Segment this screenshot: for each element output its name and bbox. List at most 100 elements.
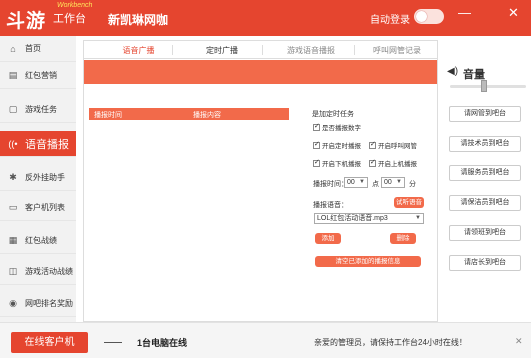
title-bar: 斗游 Workbench 工作台 新凯琳网咖 自动登录 — ✕ — [0, 0, 531, 36]
sidebar-item-activity-record[interactable]: ◫ 游戏活动战绩 — [0, 259, 76, 285]
login-broadcast-checkbox[interactable]: 开启上机播报 — [369, 158, 417, 168]
hour-select[interactable]: 00 ▼ — [344, 177, 368, 188]
form-title: 是加定时任务 — [312, 111, 354, 118]
sidebar-item-label: 客户机列表 — [25, 203, 65, 212]
sidebar-item-label: 红包营销 — [25, 71, 57, 80]
sidebar-item-label: 首页 — [25, 44, 41, 53]
sidebar-item-game-task[interactable]: ▢ 游戏任务 — [0, 97, 76, 123]
divider-line — [104, 342, 122, 343]
sidebar-item-label: 反外挂助手 — [25, 173, 65, 182]
sidebar-item-anti-cheat[interactable]: ✱ 反外挂助手 — [0, 165, 76, 191]
record-icon: ▦ — [8, 235, 18, 245]
sidebar-item-label: 语音播报 — [25, 138, 69, 151]
close-icon[interactable]: ✕ — [515, 336, 523, 347]
checkbox-label: 开启定时播报 — [322, 143, 361, 150]
checkbox-box — [369, 158, 376, 167]
tab-voice-broadcast[interactable]: 语音广播 — [116, 45, 161, 56]
app-logo: 斗游 — [6, 10, 47, 32]
task-icon: ▢ — [8, 104, 18, 114]
call-admin-checkbox[interactable]: 开启呼叫网管 — [369, 140, 417, 150]
header-band — [84, 60, 437, 84]
online-clients-button[interactable]: 在线客户机 — [11, 332, 88, 353]
checkbox-label: 开启呼叫网管 — [378, 143, 417, 150]
sidebar-item-label: 网吧排名奖励 — [25, 299, 73, 308]
sidebar-item-red-record[interactable]: ▦ 红包战绩 — [0, 228, 76, 254]
hour-value: 00 — [347, 179, 355, 186]
shop-name: 新凯琳网咖 — [108, 13, 169, 27]
chevron-down-icon: ▼ — [415, 215, 421, 221]
logo-subtitle: 工作台 — [53, 12, 86, 25]
sidebar-item-label: 游戏任务 — [25, 105, 57, 114]
volume-slider[interactable] — [450, 85, 526, 88]
checkbox-label: 是否播报数字 — [322, 125, 361, 132]
checkbox-box — [313, 122, 320, 131]
call-technician-button[interactable]: 请技术员到吧台 — [449, 136, 521, 152]
voice-file-value: LOL红包活动语音.mp3 — [317, 215, 388, 222]
call-admin-button[interactable]: 请网管到吧台 — [449, 106, 521, 122]
voice-file-select[interactable]: LOL红包活动语音.mp3 ▼ — [314, 213, 424, 224]
trophy-icon: ◉ — [9, 298, 17, 308]
gamepad-icon: ✱ — [9, 172, 17, 182]
hour-unit: 点 — [372, 181, 379, 188]
call-manager-button[interactable]: 请店长到吧台 — [449, 255, 521, 271]
logout-broadcast-checkbox[interactable]: 开启下机播报 — [313, 158, 361, 168]
delete-button[interactable]: 删除 — [390, 233, 416, 244]
clear-button[interactable]: 清空已添加的播报信息 — [315, 256, 421, 267]
online-count: 1台电脑在线 — [137, 338, 188, 348]
autologin-label: 自动登录 — [370, 15, 410, 26]
call-supervisor-button[interactable]: 请领班到吧台 — [449, 225, 521, 241]
checkbox-box — [313, 140, 320, 149]
call-cleaner-button[interactable]: 请保洁员到吧台 — [449, 195, 521, 211]
sidebar-item-home[interactable]: ⌂ 首页 — [0, 36, 76, 62]
speaker-icon: ◀) — [447, 66, 459, 77]
tab-scheduled-broadcast[interactable]: 定时广播 — [202, 45, 242, 56]
home-icon: ⌂ — [10, 43, 16, 54]
main-panel: 语音广播 定时广播 游戏语音播报 呼叫网管记录 播报时间 播报内容 是加定时任务… — [83, 40, 438, 322]
sidebar-item-ranking[interactable]: ◉ 网吧排名奖励 — [0, 291, 76, 317]
tab-divider — [354, 45, 355, 55]
checkbox-label: 开启下机播报 — [322, 161, 361, 168]
sidebar-item-label: 红包战绩 — [25, 236, 57, 245]
minute-unit: 分 — [409, 181, 416, 188]
chevron-down-icon: ▼ — [396, 179, 402, 185]
sidebar-item-client-list[interactable]: ▭ 客户机列表 — [0, 195, 76, 221]
column-header-content: 播报内容 — [193, 112, 221, 119]
sidebar-item-voice-broadcast[interactable]: ((• 语音播报 — [0, 131, 76, 157]
minimize-button[interactable]: — — [458, 5, 471, 20]
sidebar-item-label: 游戏活动战绩 — [25, 267, 73, 276]
toggle-knob — [416, 11, 427, 22]
activity-icon: ◫ — [8, 266, 18, 276]
time-label: 播报时间： — [313, 181, 348, 188]
tab-divider — [172, 45, 173, 55]
close-button[interactable]: ✕ — [508, 5, 519, 21]
only-number-checkbox[interactable]: 是否播报数字 — [313, 122, 361, 132]
red-envelope-icon: ▤ — [8, 70, 18, 80]
checkbox-box — [313, 158, 320, 167]
column-header-time: 播报时间 — [94, 112, 122, 119]
add-button[interactable]: 添加 — [315, 233, 341, 244]
broadcast-icon: ((• — [8, 138, 18, 149]
tab-bar: 语音广播 定时广播 游戏语音播报 呼叫网管记录 — [84, 41, 437, 59]
voice-label: 播报语音： — [313, 202, 348, 209]
autologin-toggle[interactable] — [414, 9, 444, 24]
sidebar-item-red-envelope[interactable]: ▤ 红包营销 — [0, 63, 76, 89]
minute-value: 00 — [384, 179, 392, 186]
list-icon: ▭ — [8, 202, 18, 212]
scheduled-broadcast-checkbox[interactable]: 开启定时播报 — [313, 140, 361, 150]
schedule-table-header: 播报时间 播报内容 — [89, 108, 289, 120]
chevron-down-icon: ▼ — [359, 179, 365, 185]
welcome-message: 亲爱的管理员，请保持工作台24小时在线！ — [314, 338, 467, 347]
tab-call-log[interactable]: 呼叫网管记录 — [367, 45, 427, 56]
tab-game-voice[interactable]: 游戏语音播报 — [280, 45, 342, 56]
call-waiter-button[interactable]: 请服务员到吧台 — [449, 165, 521, 181]
logo-badge: Workbench — [57, 2, 93, 9]
tab-divider — [262, 45, 263, 55]
checkbox-label: 开启上机播报 — [378, 161, 417, 168]
try-voice-button[interactable]: 试听语音 — [394, 197, 424, 208]
volume-slider-handle[interactable] — [481, 80, 488, 92]
footer: 在线客户机 1台电脑在线 亲爱的管理员，请保持工作台24小时在线！ ✕ — [0, 322, 531, 358]
add-task-form: 是加定时任务 是否播报数字 开启定时播报 开启呼叫网管 开启下机播报 开启上机播… — [312, 109, 432, 271]
sidebar: ⌂ 首页 ▤ 红包营销 ▢ 游戏任务 ((• 语音播报 ✱ 反外挂助手 ▭ 客户… — [0, 36, 76, 322]
checkbox-box — [369, 140, 376, 149]
minute-select[interactable]: 00 ▼ — [381, 177, 405, 188]
